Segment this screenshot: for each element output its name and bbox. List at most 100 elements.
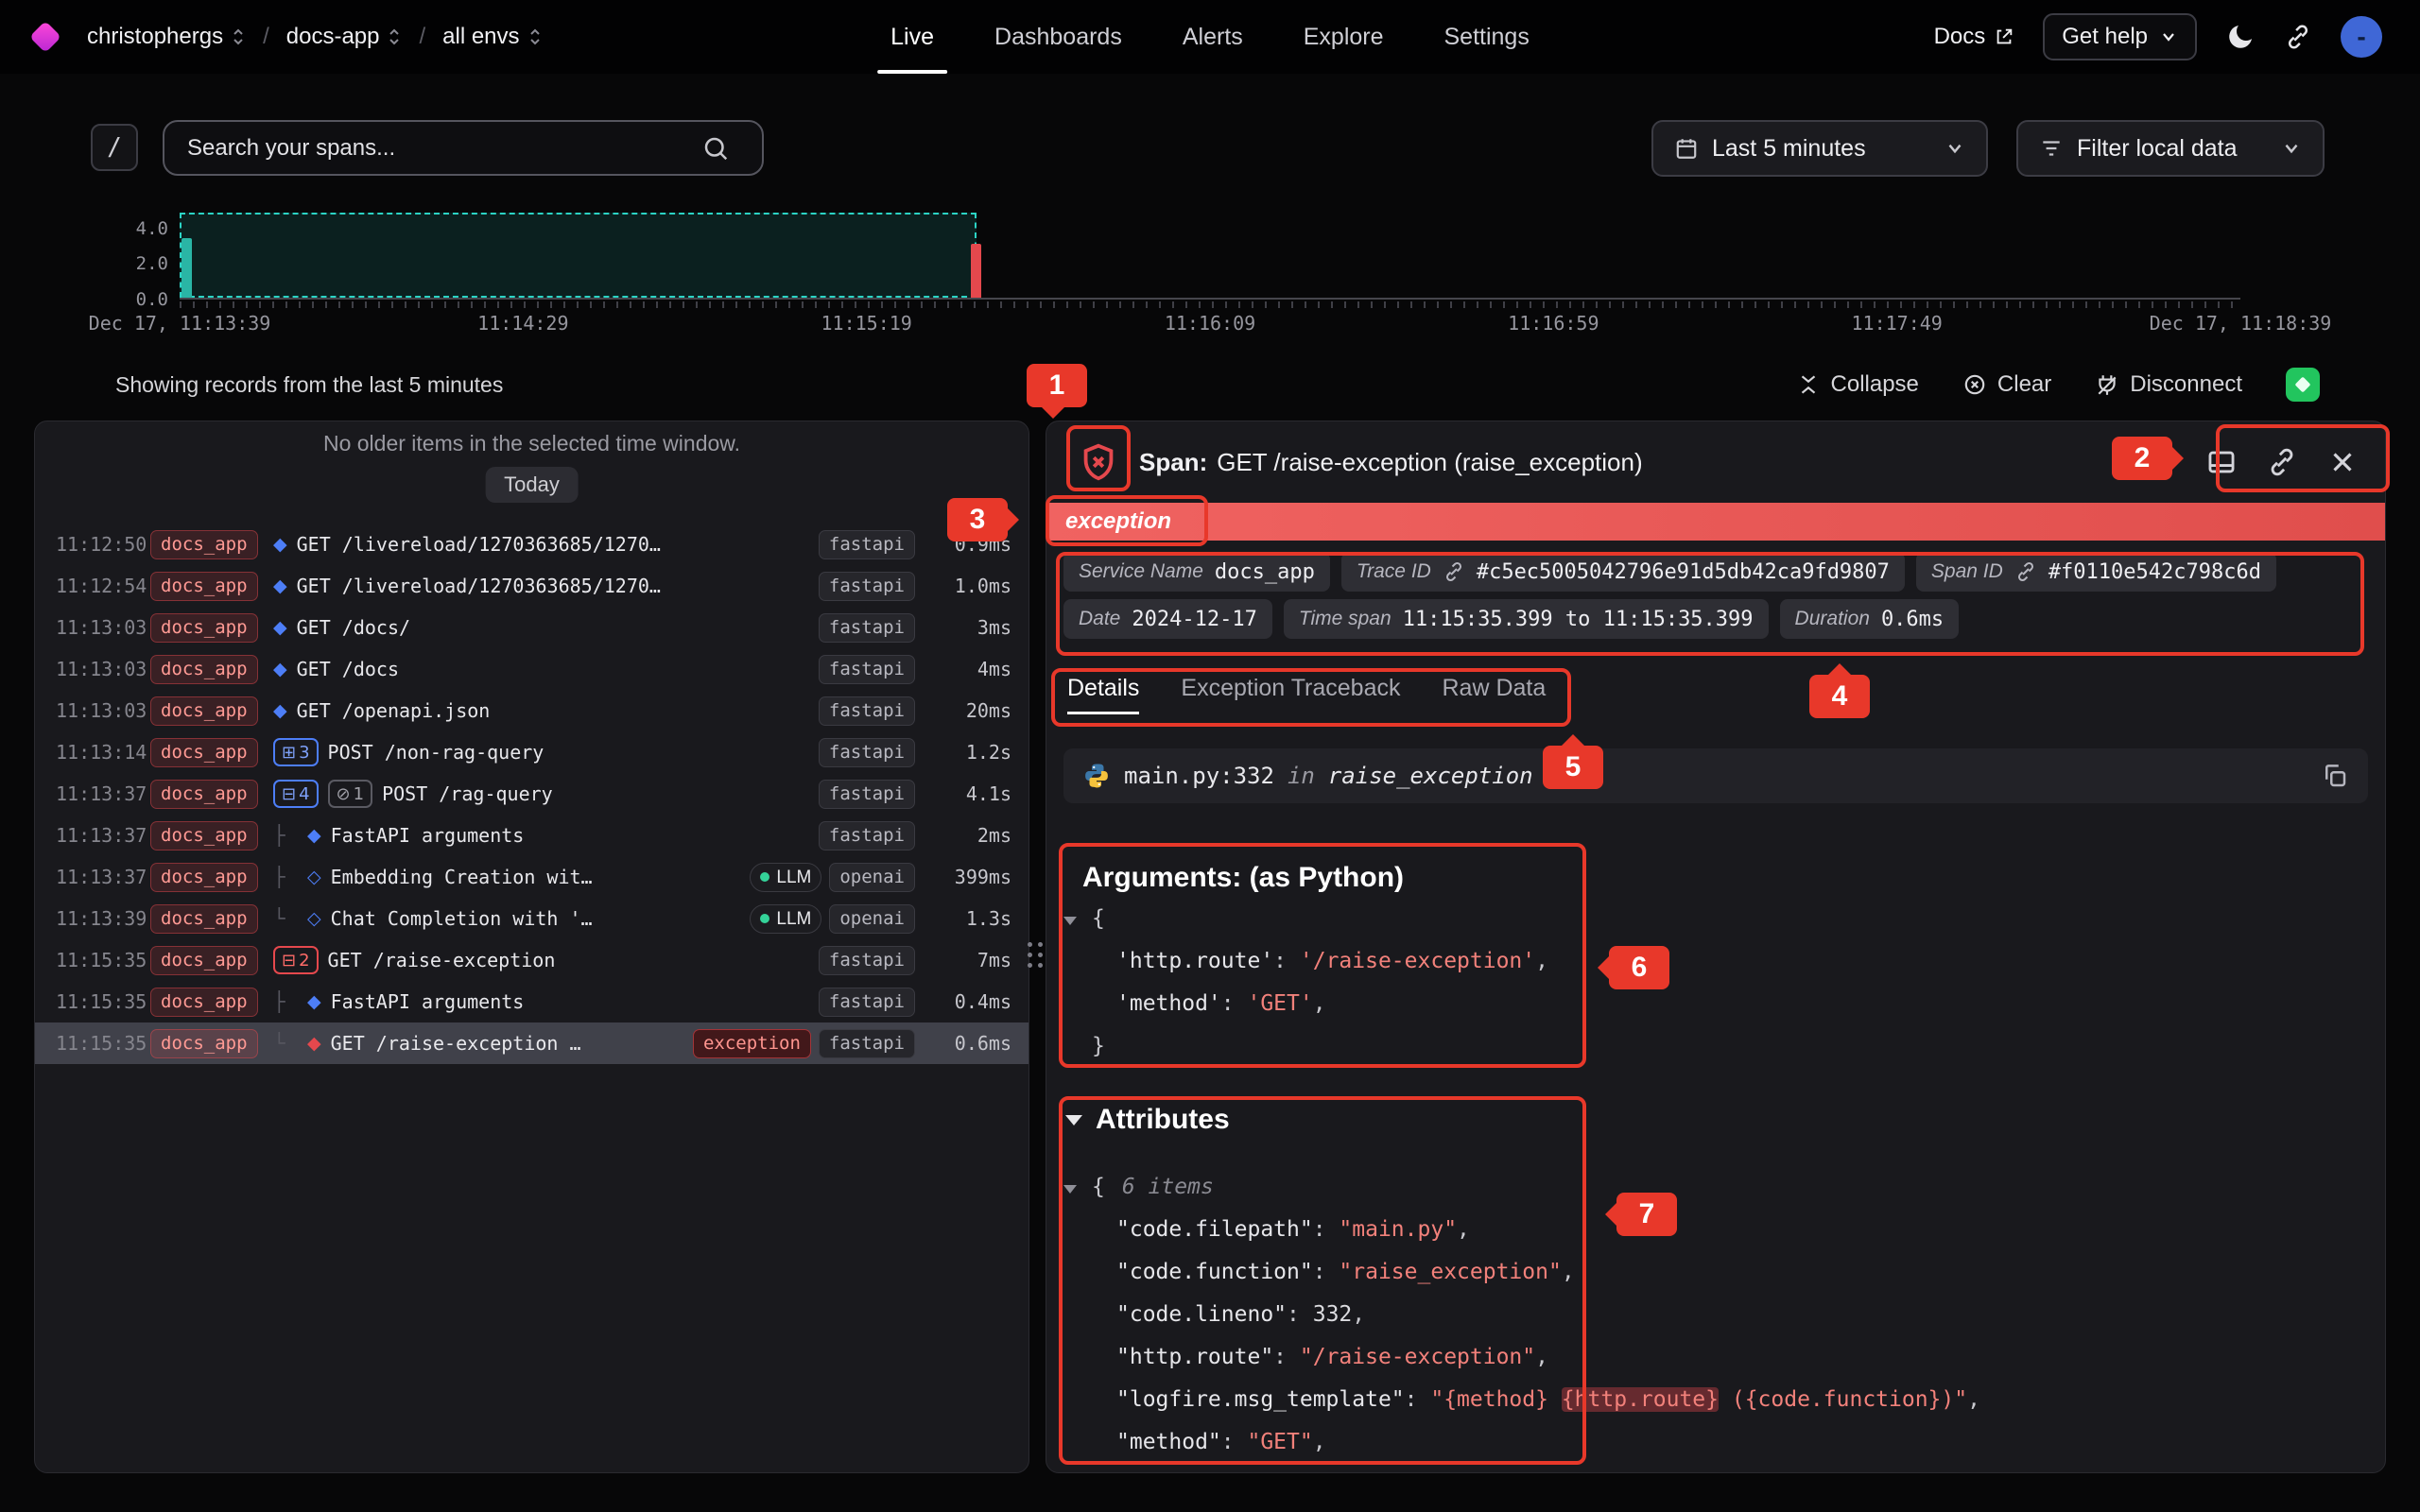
attribute-line: "code.function": "raise_exception", bbox=[1063, 1251, 2368, 1294]
arguments-title: Arguments: (as Python) bbox=[1082, 862, 1404, 894]
tab-settings[interactable]: Settings bbox=[1444, 0, 1530, 74]
trace-row[interactable]: 11:13:03docs_app◆GET /openapi.jsonfastap… bbox=[35, 690, 1028, 731]
row-content: ⊞3POST /non-rag-query bbox=[273, 738, 811, 766]
trace-row[interactable]: 11:15:35docs_app└◆GET /raise-exception …… bbox=[35, 1022, 1028, 1064]
attribute-key: "code.filepath" bbox=[1116, 1217, 1313, 1242]
breadcrumb-org[interactable]: christophergs bbox=[87, 24, 246, 50]
framework-badge: fastapi bbox=[819, 613, 915, 643]
trace-row[interactable]: 11:13:03docs_app◆GET /docs/fastapi3ms bbox=[35, 607, 1028, 648]
filter-local-data-button[interactable]: Filter local data bbox=[2016, 120, 2325, 177]
attributes-title[interactable]: Attributes bbox=[1065, 1104, 1230, 1136]
search-shortcut-hint: / bbox=[91, 124, 138, 171]
span-title: GET /docs bbox=[297, 658, 399, 680]
span-count-box[interactable]: ⊞3 bbox=[273, 738, 319, 766]
span-count-box[interactable]: ⊟2 bbox=[273, 946, 319, 974]
clear-button[interactable]: Clear bbox=[1962, 371, 2051, 398]
attribute-key: "logfire.msg_template" bbox=[1116, 1387, 1405, 1412]
tab-raw-data[interactable]: Raw Data bbox=[1443, 675, 1547, 714]
chevron-down-icon bbox=[2281, 138, 2302, 159]
close-icon[interactable] bbox=[2326, 446, 2359, 478]
row-content: ◆ GET /docs bbox=[273, 658, 811, 680]
tab-explore[interactable]: Explore bbox=[1304, 0, 1384, 74]
app-badge: docs_app bbox=[150, 1029, 258, 1058]
attribute-line: "logfire.msg_template": "{method} {http.… bbox=[1063, 1379, 2368, 1421]
chart-plot[interactable] bbox=[180, 213, 2240, 300]
dock-panel-icon[interactable] bbox=[2205, 446, 2238, 478]
breadcrumb-project[interactable]: docs-app bbox=[286, 24, 403, 50]
disconnect-button[interactable]: Disconnect bbox=[2095, 371, 2242, 398]
time-span-chip: Time span 11:15:35.399 to 11:15:35.399 bbox=[1284, 599, 1769, 639]
tab-alerts[interactable]: Alerts bbox=[1183, 0, 1243, 74]
dark-mode-toggle[interactable] bbox=[2225, 22, 2256, 52]
collapse-chevron-icon[interactable] bbox=[1063, 898, 1092, 940]
no-older-items-notice: No older items in the selected time wind… bbox=[35, 429, 1028, 457]
trace-row[interactable]: 11:15:35docs_app├◆FastAPI argumentsfasta… bbox=[35, 981, 1028, 1022]
copy-button[interactable] bbox=[2321, 762, 2349, 790]
trace-row[interactable]: 11:13:37docs_app├◆FastAPI argumentsfasta… bbox=[35, 815, 1028, 856]
x-tick-label: 11:14:29 bbox=[477, 312, 568, 335]
tab-live[interactable]: Live bbox=[890, 0, 934, 74]
detail-header-actions bbox=[2205, 446, 2359, 478]
row-content: ├◆FastAPI arguments bbox=[273, 990, 811, 1013]
time-range-button[interactable]: Last 5 minutes bbox=[1651, 120, 1988, 177]
docs-link[interactable]: Docs bbox=[1934, 24, 2015, 50]
search-input[interactable] bbox=[163, 120, 764, 176]
row-content: └◇Chat Completion with '… bbox=[273, 907, 742, 930]
get-help-button[interactable]: Get help bbox=[2043, 13, 2197, 60]
service-name-label: Service Name bbox=[1079, 560, 1203, 583]
collapse-chevron-icon[interactable] bbox=[1063, 1166, 1092, 1209]
chart-x-ticks: Dec 17, 11:13:3911:14:2911:15:1911:16:09… bbox=[180, 312, 2240, 340]
collapse-label: Collapse bbox=[1831, 371, 1919, 398]
user-avatar[interactable]: - bbox=[2341, 16, 2382, 58]
share-link-icon[interactable] bbox=[2284, 23, 2312, 51]
row-app: docs_app bbox=[150, 530, 273, 559]
diamond-icon: ◆ bbox=[273, 659, 287, 679]
trace-row[interactable]: 11:12:50docs_app◆GET /livereload/1270363… bbox=[35, 524, 1028, 565]
trace-row[interactable]: 11:13:14docs_app⊞3POST /non-rag-queryfas… bbox=[35, 731, 1028, 773]
row-content: ◆GET /livereload/1270363685/1270… bbox=[273, 575, 811, 597]
tab-details[interactable]: Details bbox=[1067, 675, 1139, 714]
framework-badge: fastapi bbox=[819, 530, 915, 559]
trace-row[interactable]: 11:13:39docs_app└◇Chat Completion with '… bbox=[35, 898, 1028, 939]
status-actions: Collapse Clear Disconnect bbox=[1796, 367, 2320, 403]
row-duration: 4ms bbox=[928, 658, 1011, 680]
span-id-chip[interactable]: Span ID #f0110e542c798c6d bbox=[1916, 552, 2276, 592]
docs-label: Docs bbox=[1934, 24, 1986, 50]
trace-row[interactable]: 11:13:37docs_app├◇Embedding Creation wit… bbox=[35, 856, 1028, 898]
today-button[interactable]: Today bbox=[485, 467, 579, 503]
filter-label: Filter local data bbox=[2077, 135, 2268, 163]
panel-resize-handle[interactable] bbox=[1028, 928, 1043, 981]
trace-id-chip[interactable]: Trace ID #c5ec5005042796e91d5db42ca9fd98… bbox=[1341, 552, 1905, 592]
trace-row[interactable]: 11:13:03docs_app◆GET /docsfastapi4ms bbox=[35, 648, 1028, 690]
row-time: 11:15:35 bbox=[56, 1032, 150, 1055]
app-badge: docs_app bbox=[150, 821, 258, 850]
breadcrumb-env[interactable]: all envs bbox=[442, 24, 542, 50]
row-app: docs_app bbox=[150, 904, 273, 934]
hidden-spans-icon: ⊘ bbox=[337, 784, 351, 804]
chart-selection-window[interactable] bbox=[180, 213, 977, 298]
llm-badge: LLM bbox=[750, 904, 821, 934]
clear-label: Clear bbox=[1997, 371, 2051, 398]
search-icon bbox=[701, 134, 730, 163]
org-name: christophergs bbox=[87, 24, 223, 50]
filter-icon bbox=[2039, 136, 2064, 161]
row-time: 11:13:37 bbox=[56, 824, 150, 847]
trace-row[interactable]: 11:12:54docs_app◆GET /livereload/1270363… bbox=[35, 565, 1028, 607]
trace-row[interactable]: 11:15:35docs_app⊟2GET /raise-exceptionfa… bbox=[35, 939, 1028, 981]
logfire-logo[interactable] bbox=[29, 21, 61, 53]
tab-exception-traceback[interactable]: Exception Traceback bbox=[1181, 675, 1400, 714]
tab-dashboards[interactable]: Dashboards bbox=[994, 0, 1122, 74]
diamond-outline-icon: ◇ bbox=[307, 908, 321, 929]
date-label: Date bbox=[1079, 608, 1120, 630]
live-indicator[interactable] bbox=[2286, 368, 2320, 402]
span-count-box[interactable]: ⊟4 bbox=[273, 780, 319, 808]
app-badge: docs_app bbox=[150, 613, 258, 643]
copy-link-icon[interactable] bbox=[2266, 446, 2298, 478]
trace-row[interactable]: 11:13:37docs_app⊟4⊘1POST /rag-queryfasta… bbox=[35, 773, 1028, 815]
span-title: GET /livereload/1270363685/1270… bbox=[297, 533, 661, 556]
x-tick-label: Dec 17, 11:13:39 bbox=[89, 312, 271, 335]
row-tags: fastapi bbox=[819, 655, 915, 684]
collapse-button[interactable]: Collapse bbox=[1796, 371, 1919, 398]
span-count-box[interactable]: ⊘1 bbox=[328, 780, 373, 808]
error-shield-icon bbox=[1077, 440, 1120, 484]
